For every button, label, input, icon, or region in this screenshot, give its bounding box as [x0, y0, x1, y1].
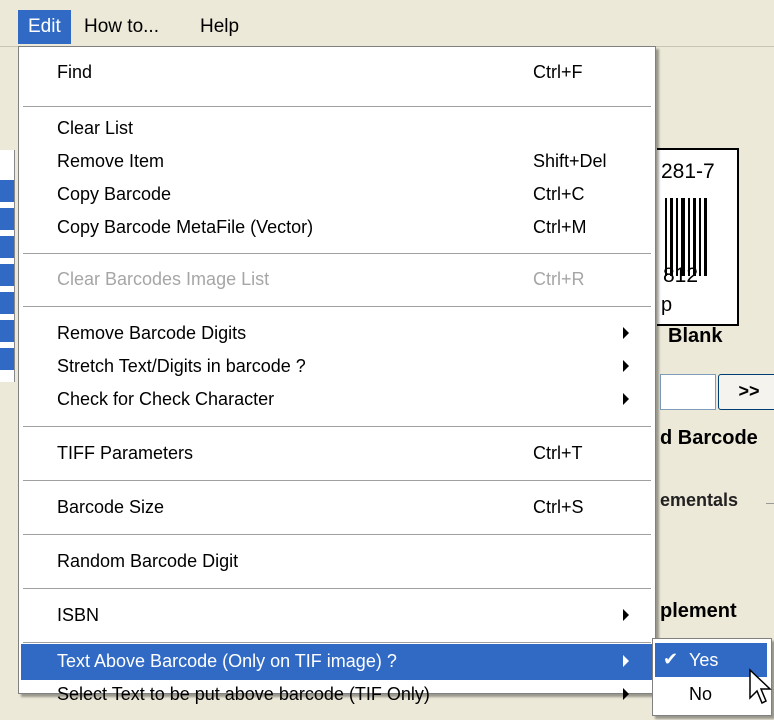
background-input[interactable]	[660, 374, 716, 410]
barcode-bottom-text: p	[661, 294, 673, 316]
mouse-cursor-icon	[749, 668, 772, 705]
menu-item-copy-barcode[interactable]: Copy Barcode Ctrl+C	[21, 177, 653, 213]
list-item[interactable]	[0, 208, 14, 230]
supplement-label: plement	[660, 600, 737, 622]
menu-item-label: TIFF Parameters	[57, 443, 194, 463]
menu-item-copy-metafile[interactable]: Copy Barcode MetaFile (Vector) Ctrl+M	[21, 210, 653, 246]
list-item[interactable]	[0, 348, 14, 370]
list-item[interactable]	[0, 180, 14, 202]
checkmark-icon: ✔	[663, 649, 679, 669]
menu-item-remove-digits[interactable]: Remove Barcode Digits	[21, 316, 653, 352]
menu-item-label: Copy Barcode MetaFile (Vector)	[57, 217, 314, 237]
menu-separator	[23, 534, 651, 535]
barcode-preview: 281-7 812 p	[657, 148, 739, 326]
menu-item-label: Check for Check Character	[57, 389, 275, 409]
submenu-arrow-icon	[623, 655, 629, 667]
menu-separator	[23, 480, 651, 481]
menu-separator	[23, 426, 651, 427]
submenu-arrow-icon	[623, 327, 629, 339]
menu-help[interactable]: Help	[190, 10, 249, 44]
menu-how-to[interactable]: How to...	[74, 10, 169, 44]
barcode-bottom-digits: 812	[663, 264, 699, 287]
menu-item-clear-images: Clear Barcodes Image List Ctrl+R	[21, 262, 653, 298]
menu-item-random-digit[interactable]: Random Barcode Digit	[21, 544, 653, 580]
shortcut-label: Ctrl+T	[533, 443, 583, 463]
background-list[interactable]	[0, 150, 15, 382]
list-item[interactable]	[0, 292, 14, 314]
menu-item-label: Barcode Size	[57, 497, 165, 517]
menu-item-label: Text Above Barcode (Only on TIF image) ?	[57, 651, 397, 671]
menu-item-check-character[interactable]: Check for Check Character	[21, 382, 653, 418]
menu-item-select-text[interactable]: Select Text to be put above barcode (TIF…	[21, 677, 653, 713]
menu-item-label: Stretch Text/Digits in barcode ?	[57, 356, 306, 376]
menu-item-label: Remove Barcode Digits	[57, 323, 247, 343]
group-divider	[766, 503, 774, 504]
menu-item-stretch-text[interactable]: Stretch Text/Digits in barcode ?	[21, 349, 653, 385]
edit-menu: Find Ctrl+F Clear List Remove Item Shift…	[18, 46, 656, 704]
submenu-item-label: No	[689, 684, 713, 704]
shortcut-label: Ctrl+C	[533, 184, 585, 204]
blank-button[interactable]: Blank	[668, 325, 722, 348]
menu-item-label: Random Barcode Digit	[57, 551, 239, 571]
barcode-section-label: d Barcode	[660, 427, 758, 449]
menu-edit[interactable]: Edit	[18, 10, 71, 44]
menu-item-label: Find	[57, 62, 93, 82]
menu-item-label: Clear List	[57, 118, 134, 138]
menu-item-clear-list[interactable]: Clear List	[21, 111, 653, 147]
shortcut-label: Shift+Del	[533, 151, 607, 171]
menu-separator	[23, 588, 651, 589]
submenu-arrow-icon	[623, 393, 629, 405]
menu-item-label: Select Text to be put above barcode (TIF…	[57, 684, 430, 704]
list-item[interactable]	[0, 264, 14, 286]
menu-item-label: ISBN	[57, 605, 100, 625]
list-item[interactable]	[0, 236, 14, 258]
list-item[interactable]	[0, 320, 14, 342]
menu-item-tiff-parameters[interactable]: TIFF Parameters Ctrl+T	[21, 436, 653, 472]
shortcut-label: Ctrl+S	[533, 497, 584, 517]
menu-item-label: Remove Item	[57, 151, 165, 171]
shortcut-label: Ctrl+R	[533, 269, 585, 289]
menu-separator	[23, 306, 651, 307]
shortcut-label: Ctrl+M	[533, 217, 587, 237]
next-button[interactable]: >>	[718, 374, 774, 410]
menu-item-isbn[interactable]: ISBN	[21, 598, 653, 634]
menu-bar: Edit How to... Help	[0, 0, 774, 47]
supplementals-label: ementals	[660, 490, 739, 510]
menu-separator	[23, 106, 651, 107]
submenu-item-label: Yes	[689, 650, 719, 670]
menu-item-label: Copy Barcode	[57, 184, 172, 204]
menu-item-remove-item[interactable]: Remove Item Shift+Del	[21, 144, 653, 180]
menu-item-find[interactable]: Find Ctrl+F	[21, 55, 653, 91]
submenu-arrow-icon	[623, 360, 629, 372]
shortcut-label: Ctrl+F	[533, 62, 583, 82]
menu-separator	[23, 253, 651, 254]
submenu-arrow-icon	[623, 609, 629, 621]
barcode-top-digits: 281-7	[661, 160, 715, 183]
menu-separator	[23, 642, 651, 643]
menu-item-barcode-size[interactable]: Barcode Size Ctrl+S	[21, 490, 653, 526]
menu-item-label: Clear Barcodes Image List	[57, 269, 270, 289]
menu-item-text-above-barcode[interactable]: Text Above Barcode (Only on TIF image) ?	[21, 644, 653, 680]
submenu-arrow-icon	[623, 688, 629, 700]
